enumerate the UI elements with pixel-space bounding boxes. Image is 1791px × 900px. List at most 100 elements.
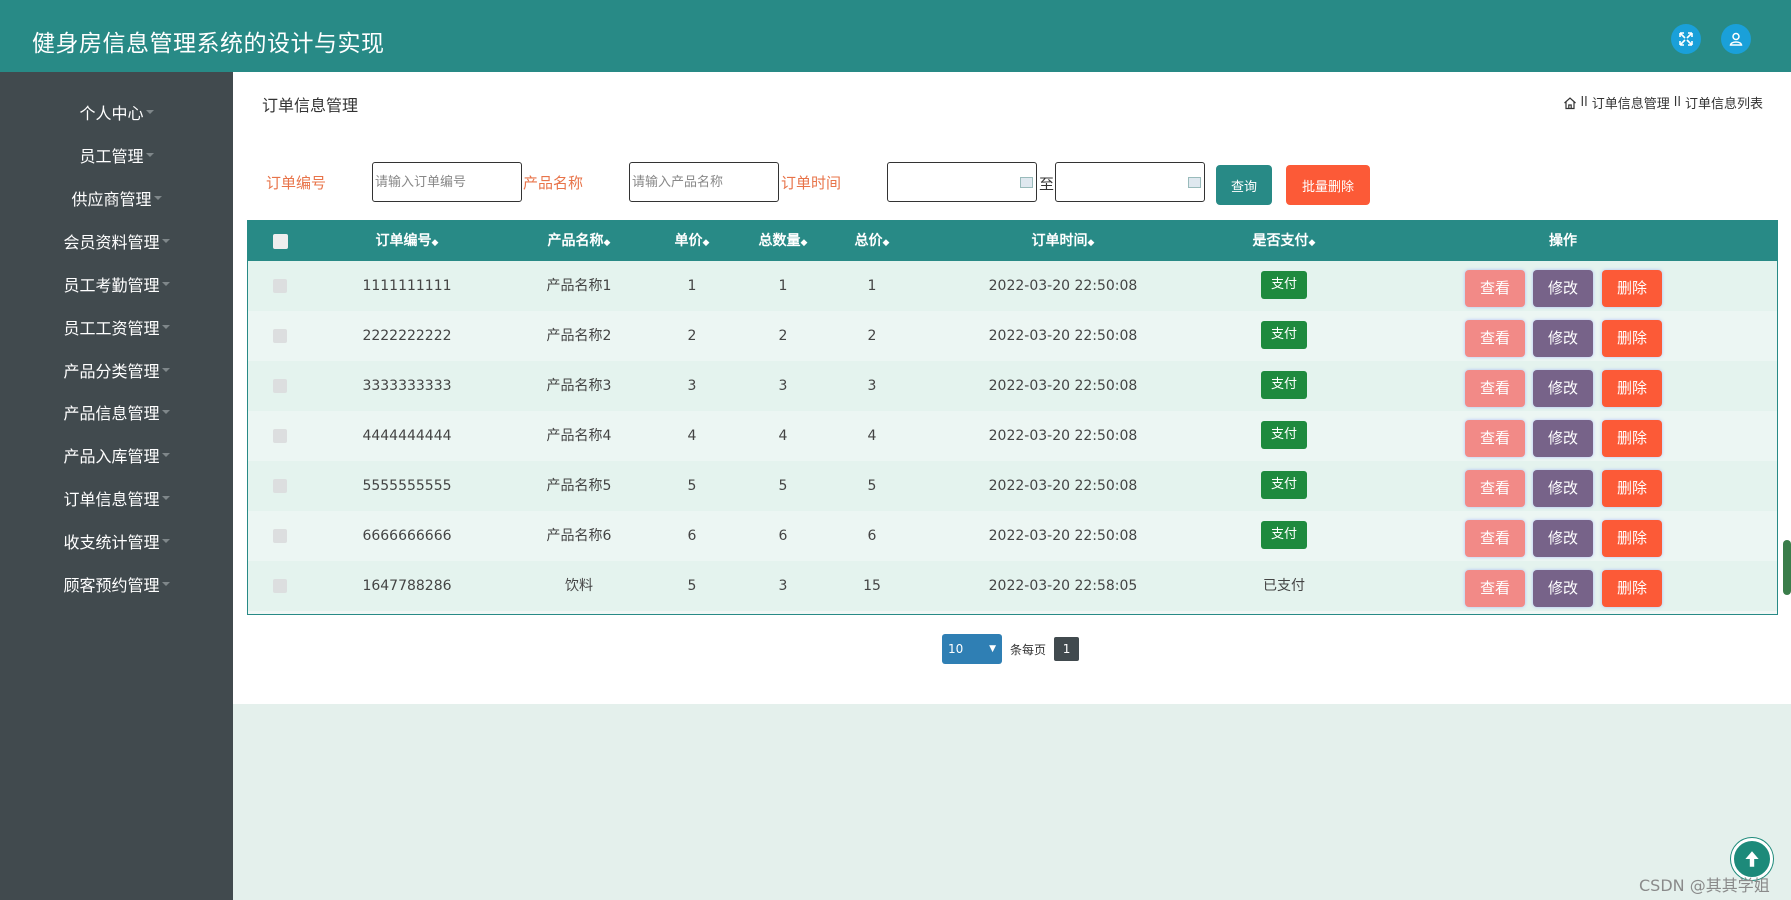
breadcrumb-item-orders[interactable]: 订单信息管理 — [1592, 93, 1670, 112]
cell-total: 3 — [867, 378, 877, 394]
cell-total: 6 — [867, 528, 877, 544]
delete-button[interactable]: 删除 — [1602, 570, 1662, 607]
column-header-quantity[interactable]: 总数量◆ — [759, 221, 808, 261]
column-header-unit-price[interactable]: 单价◆ — [675, 221, 710, 261]
cell-total: 4 — [867, 428, 877, 444]
column-header-time[interactable]: 订单时间◆ — [1032, 221, 1095, 261]
table-row: 2222222222 产品名称2 2 2 2 2022-03-20 22:50:… — [248, 311, 1777, 361]
sidebar-item-attendance[interactable]: 员工考勤管理 — [0, 264, 233, 304]
edit-button[interactable]: 修改 — [1533, 320, 1593, 357]
query-button[interactable]: 查询 — [1216, 165, 1272, 205]
row-checkbox[interactable] — [273, 529, 287, 543]
cell-total: 5 — [867, 478, 877, 494]
row-checkbox[interactable] — [273, 479, 287, 493]
view-button[interactable]: 查看 — [1465, 270, 1525, 307]
delete-button[interactable]: 删除 — [1602, 270, 1662, 307]
edit-button[interactable]: 修改 — [1533, 270, 1593, 307]
orders-table: 订单编号◆ 产品名称◆ 单价◆ 总数量◆ 总价◆ 订单时间◆ 是否支付◆ 操作 … — [247, 220, 1778, 615]
delete-button[interactable]: 删除 — [1602, 320, 1662, 357]
cell-order-no: 1647788286 — [362, 578, 452, 594]
edit-button[interactable]: 修改 — [1533, 570, 1593, 607]
breadcrumb-separator: ll — [1580, 95, 1588, 110]
start-date-input[interactable] — [887, 162, 1037, 202]
cell-product: 产品名称6 — [546, 528, 612, 544]
view-button[interactable]: 查看 — [1465, 320, 1525, 357]
fullscreen-icon — [1679, 32, 1693, 46]
table-row: 1111111111 产品名称1 1 1 1 2022-03-20 22:50:… — [248, 261, 1777, 311]
view-button[interactable]: 查看 — [1465, 520, 1525, 557]
pay-button[interactable]: 支付 — [1261, 321, 1307, 349]
view-button[interactable]: 查看 — [1465, 470, 1525, 507]
delete-button[interactable]: 删除 — [1602, 470, 1662, 507]
page-number-button[interactable]: 1 — [1054, 637, 1080, 661]
sidebar-item-product-category[interactable]: 产品分类管理 — [0, 350, 233, 390]
cell-quantity: 5 — [778, 478, 788, 494]
sort-icon: ◆ — [800, 238, 808, 248]
cell-unit-price: 4 — [687, 428, 697, 444]
cell-product: 产品名称5 — [546, 478, 612, 494]
row-checkbox[interactable] — [273, 329, 287, 343]
view-button[interactable]: 查看 — [1465, 570, 1525, 607]
cell-unit-price: 2 — [687, 328, 697, 344]
chevron-down-icon — [161, 539, 170, 543]
edit-button[interactable]: 修改 — [1533, 470, 1593, 507]
sidebar-item-product-info[interactable]: 产品信息管理 — [0, 392, 233, 432]
home-icon[interactable] — [1563, 96, 1577, 110]
delete-button[interactable]: 删除 — [1602, 370, 1662, 407]
column-header-total[interactable]: 总价◆ — [855, 221, 890, 261]
pay-button[interactable]: 支付 — [1261, 271, 1307, 299]
cell-time: 2022-03-20 22:50:08 — [988, 378, 1138, 394]
batch-delete-button[interactable]: 批量删除 — [1286, 165, 1370, 205]
user-icon — [1729, 32, 1743, 46]
sidebar-item-label: 产品信息管理 — [63, 404, 160, 423]
pay-button[interactable]: 支付 — [1261, 371, 1307, 399]
sidebar-item-supplier[interactable]: 供应商管理 — [0, 178, 233, 218]
pay-button[interactable]: 支付 — [1261, 521, 1307, 549]
pay-button[interactable]: 支付 — [1261, 421, 1307, 449]
product-name-input[interactable] — [629, 162, 779, 202]
sidebar-item-orders[interactable]: 订单信息管理 — [0, 478, 233, 518]
pay-button[interactable]: 支付 — [1261, 471, 1307, 499]
edit-button[interactable]: 修改 — [1533, 520, 1593, 557]
end-date-input[interactable] — [1055, 162, 1205, 202]
sort-icon: ◆ — [882, 238, 890, 248]
view-button[interactable]: 查看 — [1465, 370, 1525, 407]
sidebar-item-finance[interactable]: 收支统计管理 — [0, 521, 233, 561]
watermark: CSDN @其其学姐 — [1639, 876, 1770, 895]
sidebar-item-label: 会员资料管理 — [63, 233, 160, 252]
column-header-order-no[interactable]: 订单编号◆ — [376, 221, 439, 261]
row-checkbox[interactable] — [273, 279, 287, 293]
table-row: 5555555555 产品名称5 5 5 5 2022-03-20 22:50:… — [248, 461, 1777, 511]
row-checkbox[interactable] — [273, 579, 287, 593]
fullscreen-button[interactable] — [1671, 24, 1701, 54]
column-header-product[interactable]: 产品名称◆ — [548, 221, 611, 261]
arrow-up-icon — [1745, 851, 1759, 867]
cell-order-no: 2222222222 — [362, 328, 452, 344]
column-header-paid[interactable]: 是否支付◆ — [1253, 221, 1316, 261]
order-no-input[interactable] — [372, 162, 522, 202]
user-button[interactable] — [1721, 24, 1751, 54]
row-checkbox[interactable] — [273, 379, 287, 393]
edit-button[interactable]: 修改 — [1533, 420, 1593, 457]
delete-button[interactable]: 删除 — [1602, 420, 1662, 457]
row-checkbox[interactable] — [273, 429, 287, 443]
sidebar-item-appointment[interactable]: 顾客预约管理 — [0, 564, 233, 604]
view-button[interactable]: 查看 — [1465, 420, 1525, 457]
calendar-icon[interactable] — [1020, 177, 1033, 188]
edit-button[interactable]: 修改 — [1533, 370, 1593, 407]
page-size-select[interactable]: 10 ▼ — [942, 634, 1002, 664]
sidebar-item-salary[interactable]: 员工工资管理 — [0, 307, 233, 347]
table-row: 3333333333 产品名称3 3 3 3 2022-03-20 22:50:… — [248, 361, 1777, 411]
sidebar-item-label: 收支统计管理 — [63, 533, 160, 552]
select-all-checkbox[interactable] — [273, 234, 288, 249]
sidebar-item-member[interactable]: 会员资料管理 — [0, 221, 233, 261]
cell-time: 2022-03-20 22:50:08 — [988, 328, 1138, 344]
calendar-icon[interactable] — [1188, 177, 1201, 188]
cell-product: 饮料 — [565, 578, 593, 594]
delete-button[interactable]: 删除 — [1602, 520, 1662, 557]
scrollbar[interactable] — [1783, 540, 1791, 595]
sidebar-item-personal-center[interactable]: 个人中心 — [0, 92, 233, 132]
sidebar-item-staff[interactable]: 员工管理 — [0, 135, 233, 175]
pagination: 10 ▼ 条每页 1 — [942, 634, 1080, 664]
sidebar-item-product-stock[interactable]: 产品入库管理 — [0, 435, 233, 475]
